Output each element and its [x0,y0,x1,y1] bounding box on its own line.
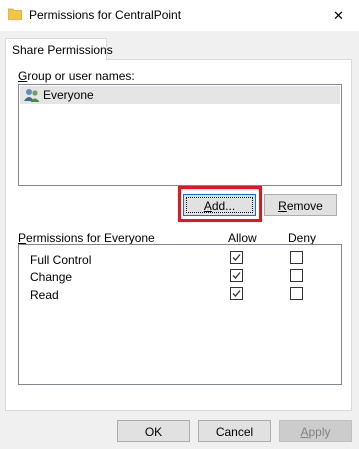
group-names-label-mnemonic: G [18,69,28,83]
permissions-label-mnemonic: P [18,231,27,245]
add-button-label: Add... [184,199,255,213]
apply-button-label: Apply [280,425,351,439]
add-button[interactable]: Add... [183,194,256,216]
permissions-list: Full Control Change Read [18,244,342,385]
group-names-label: Group or user names: [18,69,135,83]
users-icon [24,89,40,102]
remove-button-rest: emove [286,199,323,213]
permission-name: Change [30,270,73,284]
cancel-button-label: Cancel [215,425,254,439]
ok-button[interactable]: OK [117,420,190,442]
title-bar: Permissions for CentralPoint ✕ [0,0,359,31]
deny-full-control-checkbox[interactable] [290,251,303,264]
permissions-label: Permissions for Everyone [18,231,155,245]
permission-name: Read [30,288,59,302]
allow-change-checkbox[interactable] [230,269,243,282]
remove-button-label: Remove [265,199,336,213]
cancel-button[interactable]: Cancel [198,420,271,442]
checkmark-icon [232,272,241,279]
add-button-rest: dd... [211,199,236,213]
remove-button[interactable]: Remove [264,194,337,216]
tab-label: Share Permissions [12,43,113,57]
apply-button[interactable]: Apply [279,420,352,442]
allow-column-header: Allow [228,231,257,245]
allow-read-checkbox[interactable] [230,287,243,300]
close-icon: ✕ [333,7,344,23]
add-button-mnemonic: A [203,199,212,213]
deny-change-checkbox[interactable] [290,269,303,282]
group-user-list[interactable]: Everyone [18,84,342,186]
allow-full-control-checkbox[interactable] [230,251,243,264]
deny-column-header: Deny [288,231,317,245]
remove-button-mnemonic: R [278,199,287,213]
deny-read-checkbox[interactable] [290,287,303,300]
apply-button-rest: pply [308,425,331,439]
list-item[interactable]: Everyone [20,86,340,104]
ok-button-label: OK [144,425,163,439]
checkmark-icon [232,290,241,297]
list-item-label: Everyone [43,88,94,102]
checkmark-icon [232,254,241,261]
permission-name: Full Control [30,253,92,267]
close-button[interactable]: ✕ [318,0,359,31]
folder-icon [8,8,22,20]
permissions-label-rest: ermissions for Everyone [26,231,155,245]
apply-button-mnemonic: A [300,425,309,439]
window-title: Permissions for CentralPoint [29,8,182,22]
tab-share-permissions[interactable]: Share Permissions [5,38,113,60]
group-names-label-rest: roup or user names: [27,69,135,83]
